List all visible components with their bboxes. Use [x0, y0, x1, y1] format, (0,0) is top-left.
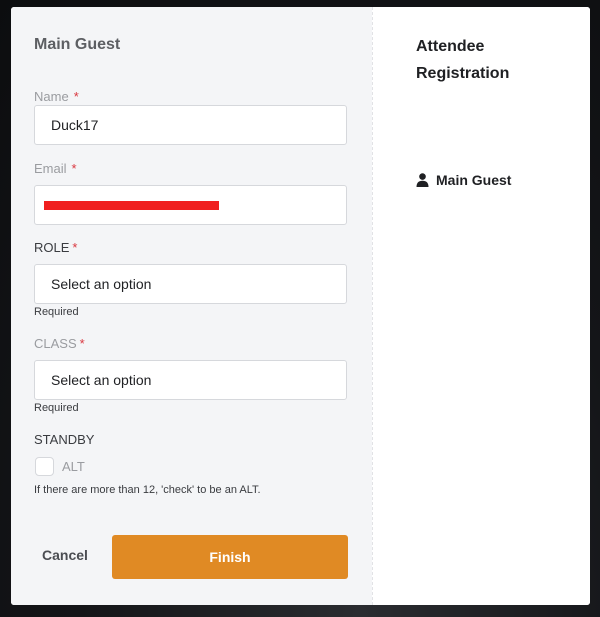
required-mark: *: [79, 336, 85, 351]
standby-label: STANDBY: [34, 432, 95, 447]
form-title: Main Guest: [34, 36, 121, 53]
finish-button[interactable]: Finish: [112, 535, 348, 579]
name-input[interactable]: Duck17: [34, 105, 347, 145]
redaction-bar: [44, 201, 219, 210]
sidebar-item-label: Main Guest: [436, 172, 512, 188]
alt-checkbox-label[interactable]: ALT: [62, 459, 85, 474]
alt-checkbox[interactable]: [35, 457, 54, 476]
registration-sidebar: Attendee Registration Main Guest: [372, 7, 590, 605]
standby-help: If there are more than 12, 'check' to be…: [34, 484, 261, 496]
role-helper: Required: [34, 306, 79, 318]
sidebar-title: Attendee Registration: [416, 38, 510, 82]
class-select[interactable]: Select an option: [34, 360, 347, 400]
email-label-text: Email: [34, 161, 67, 176]
role-label: ROLE *: [34, 240, 77, 255]
sidebar-item-main-guest[interactable]: Main Guest: [416, 172, 511, 188]
name-label-text: Name: [34, 89, 69, 104]
name-label: Name *: [34, 89, 79, 104]
required-mark: *: [73, 89, 79, 104]
person-icon: [416, 173, 429, 187]
class-helper: Required: [34, 402, 79, 414]
email-label: Email *: [34, 161, 77, 176]
registration-modal: Main Guest Name * Duck17 Email * ROLE * Sel…: [11, 7, 590, 605]
role-label-text: ROLE: [34, 240, 70, 255]
role-select[interactable]: Select an option: [34, 264, 347, 304]
guest-form: Main Guest Name * Duck17 Email * ROLE * Sel…: [11, 7, 372, 605]
cancel-button[interactable]: Cancel: [42, 547, 88, 563]
required-mark: *: [72, 240, 78, 255]
class-label: CLASS *: [34, 336, 85, 351]
required-mark: *: [71, 161, 77, 176]
class-label-text: CLASS: [34, 336, 77, 351]
